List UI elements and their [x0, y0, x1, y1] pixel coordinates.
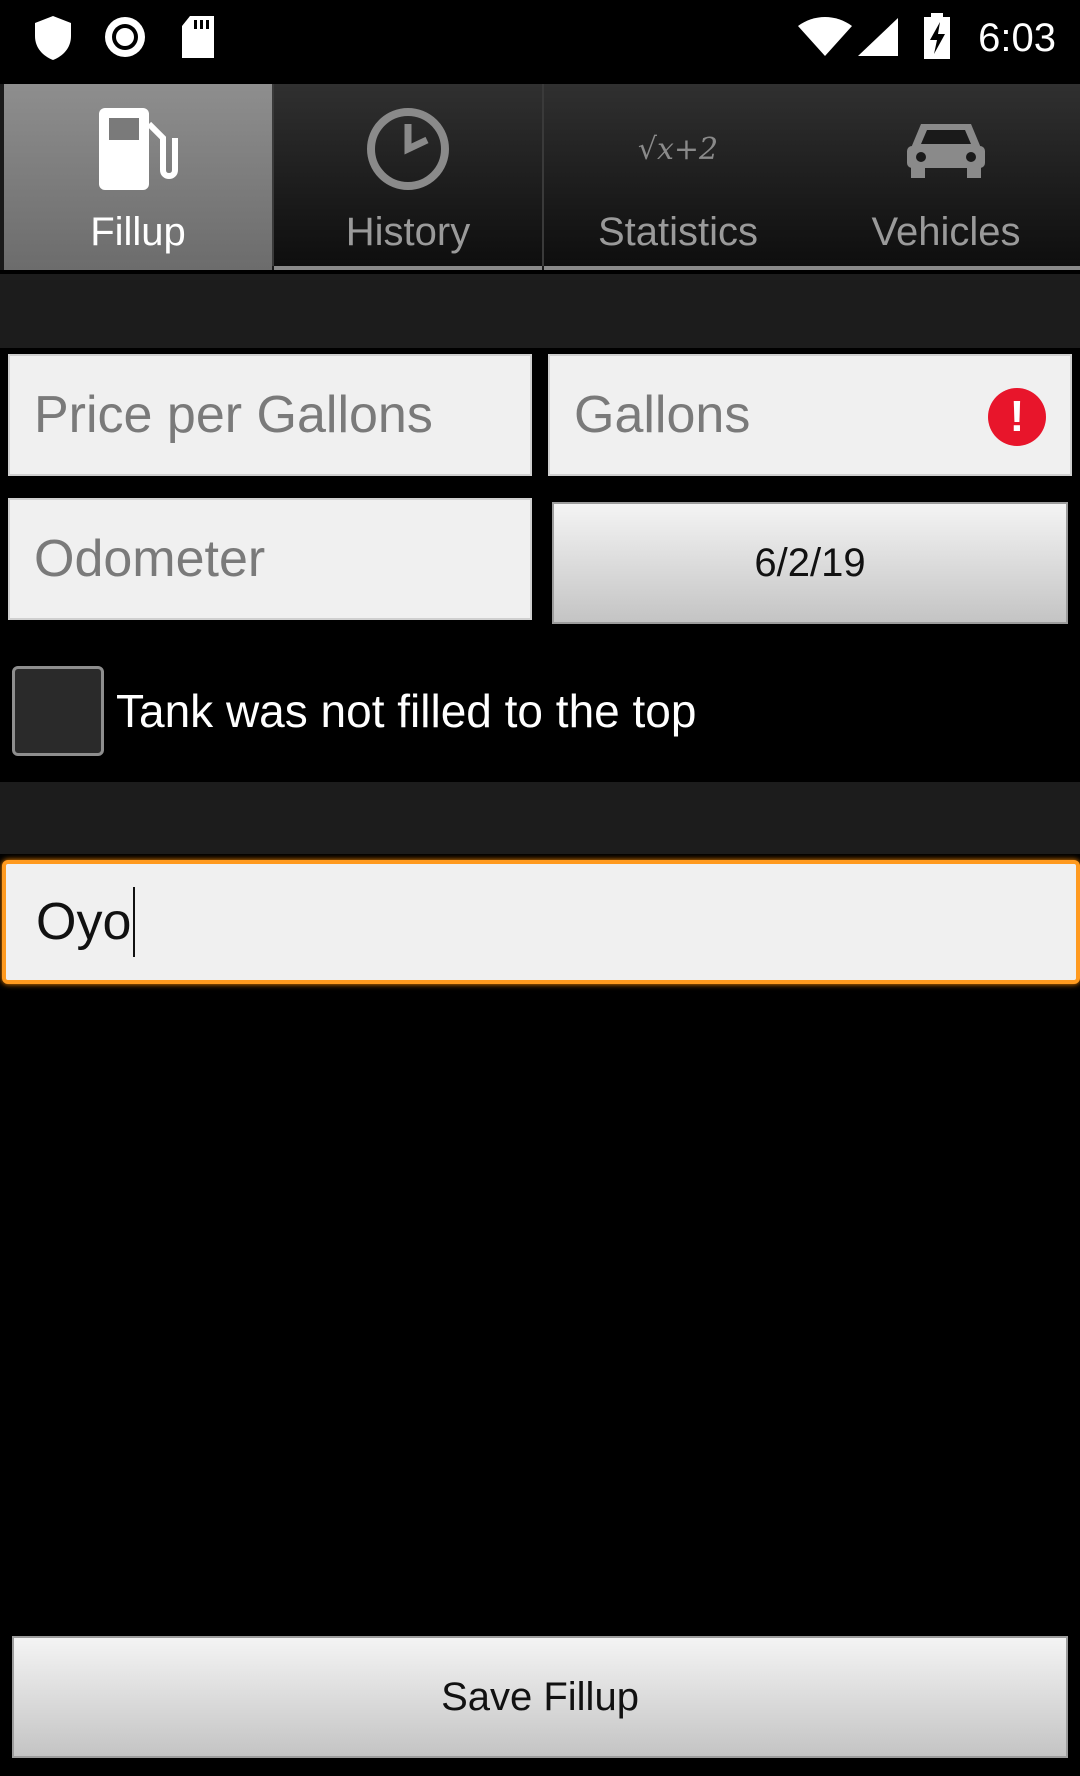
price-per-gallon-placeholder: Price per Gallons — [34, 386, 433, 444]
tab-label: Vehicles — [871, 210, 1021, 254]
save-fillup-button[interactable]: Save Fillup — [12, 1636, 1068, 1758]
date-picker-button[interactable]: 6/2/19 — [552, 502, 1068, 624]
tab-bar: Fillup History √x+2 Statistics Vehicles — [0, 84, 1080, 270]
status-time: 6:03 — [978, 16, 1056, 60]
signal-icon — [858, 18, 898, 56]
car-icon — [907, 124, 985, 178]
partial-fill-label: Tank was not filled to the top — [116, 685, 697, 737]
sd-card-icon — [182, 16, 214, 58]
section-divider — [0, 274, 1080, 348]
gallons-placeholder: Gallons — [574, 386, 751, 444]
date-value: 6/2/19 — [754, 540, 866, 585]
comment-input[interactable]: Oyo — [2, 860, 1080, 984]
gallons-input[interactable]: Gallons ! — [548, 354, 1072, 476]
tab-fillup[interactable]: Fillup — [4, 84, 272, 270]
tab-label: Statistics — [597, 210, 759, 254]
partial-fill-checkbox[interactable] — [12, 666, 104, 756]
battery-charging-icon — [924, 13, 950, 59]
tab-history[interactable]: History — [274, 84, 542, 270]
clock-icon — [367, 108, 449, 190]
text-caret — [133, 887, 136, 957]
tab-vehicles[interactable]: Vehicles — [812, 84, 1080, 270]
wifi-icon — [798, 17, 852, 56]
status-bar: 6:03 — [0, 0, 1080, 76]
tab-label: History — [345, 210, 471, 254]
record-icon — [105, 17, 145, 57]
fuel-pump-icon — [99, 108, 178, 190]
odometer-placeholder: Odometer — [34, 530, 266, 588]
comment-value: Oyo — [36, 893, 132, 951]
error-icon: ! — [988, 388, 1046, 446]
shield-icon — [35, 16, 71, 60]
save-fillup-label: Save Fillup — [441, 1674, 639, 1719]
price-per-gallon-input[interactable]: Price per Gallons — [8, 354, 532, 476]
tab-statistics[interactable]: √x+2 Statistics — [544, 84, 812, 270]
tab-label: Fillup — [90, 210, 186, 254]
odometer-input[interactable]: Odometer — [8, 498, 532, 620]
formula-icon: √x+2 — [637, 131, 719, 167]
section-divider — [0, 782, 1080, 854]
